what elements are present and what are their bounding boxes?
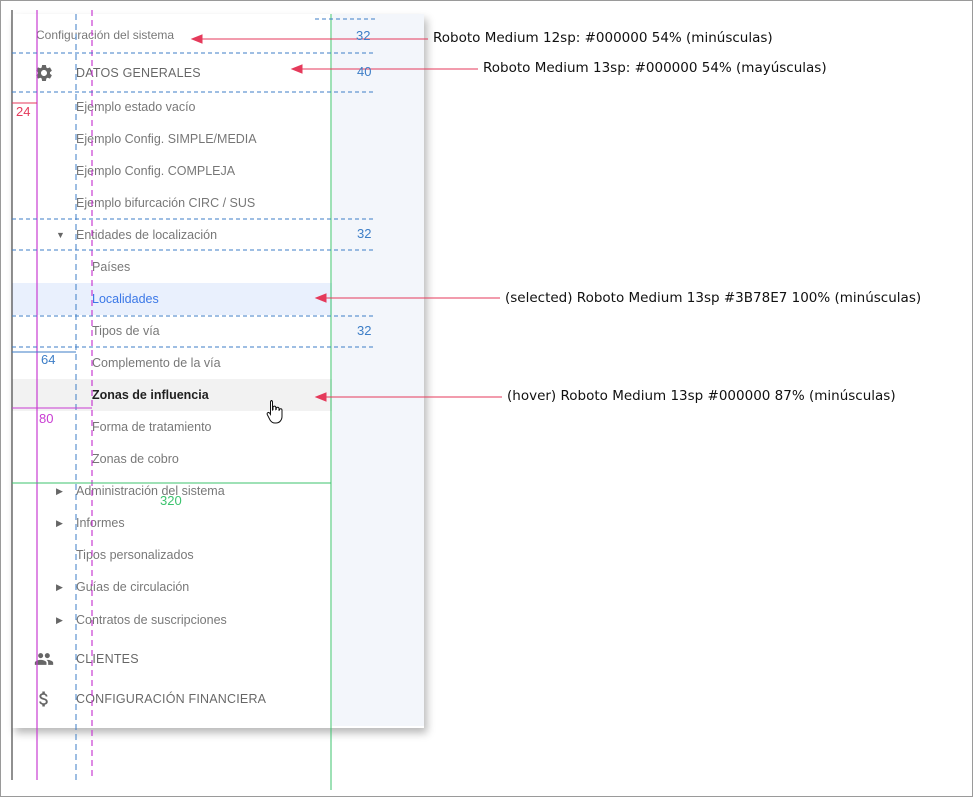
- nav-group-label: Administración del sistema: [76, 484, 225, 498]
- nav-section-header: Configuración del sistema: [36, 28, 175, 42]
- dim-32-item: 32: [357, 323, 372, 338]
- nav-item-localidades[interactable]: Localidades: [12, 283, 332, 315]
- section-financiera[interactable]: CONFIGURACIÓN FINANCIERA: [12, 679, 332, 719]
- collapsed-arrow-icon: ▶: [56, 485, 63, 496]
- nav-group-contratos[interactable]: ▶ Contratos de suscripciones: [12, 604, 332, 636]
- nav-item-label: Ejemplo estado vacío: [76, 100, 196, 114]
- gear-icon: [36, 64, 52, 81]
- nav-item-label: Zonas de cobro: [92, 452, 179, 466]
- collapsed-arrow-icon: ▶: [56, 614, 63, 625]
- nav-group-informes[interactable]: ▶ Informes: [12, 507, 332, 539]
- annotation-header-style: Roboto Medium 12sp: #000000 54% (minúscu…: [433, 30, 773, 46]
- nav-group-label: Informes: [76, 516, 125, 530]
- nav-item-label: Zonas de influencia: [92, 388, 209, 402]
- nav-item-label: Complemento de la vía: [92, 356, 221, 370]
- expanded-arrow-icon: ▼: [56, 230, 65, 240]
- dim-64-indent: 64: [41, 352, 56, 367]
- nav-item-forma-tratamiento[interactable]: Forma de tratamiento: [12, 411, 332, 443]
- nav-item-zonas-cobro[interactable]: Zonas de cobro: [12, 443, 332, 475]
- sidebar-nav: Configuración del sistema DATOS GENERALE…: [12, 14, 332, 726]
- hand-cursor-icon: [266, 400, 283, 424]
- nav-group-label: Guías de circulación: [76, 580, 190, 594]
- nav-group-entidades[interactable]: ▼ Entidades de localización: [12, 219, 332, 251]
- nav-item-label: Localidades: [92, 292, 159, 306]
- nav-item-label: Ejemplo bifurcación CIRC / SUS: [76, 196, 256, 210]
- nav-item-config-simple[interactable]: Ejemplo Config. SIMPLE/MEDIA: [12, 123, 332, 155]
- dim-80-indent: 80: [39, 411, 54, 426]
- section-label: DATOS GENERALES: [76, 66, 201, 80]
- dollar-icon: [39, 691, 48, 707]
- collapsed-arrow-icon: ▶: [56, 581, 63, 592]
- annotation-selected-style: (selected) Roboto Medium 13sp #3B78E7 10…: [505, 290, 922, 306]
- dim-40-section: 40: [357, 64, 372, 79]
- nav-item-paises[interactable]: Países: [12, 251, 332, 283]
- nav-group-label: Entidades de localización: [76, 228, 218, 242]
- nav-item-estado-vacio[interactable]: Ejemplo estado vacío: [12, 91, 332, 123]
- section-clientes[interactable]: CLIENTES: [12, 639, 332, 679]
- nav-item-label: Ejemplo Config. SIMPLE/MEDIA: [76, 132, 257, 146]
- dim-32-group: 32: [357, 226, 372, 241]
- nav-item-label: Ejemplo Config. COMPLEJA: [76, 164, 236, 178]
- nav-item-label: Tipos de vía: [92, 324, 160, 338]
- nav-item-complemento-via[interactable]: Complemento de la vía: [12, 347, 332, 379]
- section-label: CLIENTES: [76, 652, 139, 666]
- people-icon: [34, 653, 54, 665]
- content-area: [331, 14, 424, 726]
- nav-item-tipos-personalizados[interactable]: Tipos personalizados: [12, 539, 332, 571]
- annotation-section-style: Roboto Medium 13sp: #000000 54% (mayúscu…: [483, 60, 827, 76]
- section-label: CONFIGURACIÓN FINANCIERA: [76, 692, 267, 706]
- nav-item-label: Tipos personalizados: [76, 548, 194, 562]
- nav-group-label: Contratos de suscripciones: [76, 613, 227, 627]
- section-datos-generales[interactable]: DATOS GENERALES: [12, 53, 332, 93]
- nav-item-config-compleja[interactable]: Ejemplo Config. COMPLEJA: [12, 155, 332, 187]
- nav-item-label: Forma de tratamiento: [92, 420, 212, 434]
- dim-320-width: 320: [160, 493, 182, 508]
- nav-item-bifurcacion[interactable]: Ejemplo bifurcación CIRC / SUS: [12, 187, 332, 219]
- nav-item-label: Países: [92, 260, 131, 274]
- collapsed-arrow-icon: ▶: [56, 517, 63, 528]
- dim-24-indent: 24: [16, 104, 31, 119]
- dim-32-header: 32: [356, 28, 371, 43]
- nav-item-tipos-via[interactable]: Tipos de vía: [12, 315, 332, 347]
- nav-group-guias[interactable]: ▶ Guías de circulación: [12, 571, 332, 603]
- nav-item-zonas-influencia[interactable]: Zonas de influencia: [12, 379, 332, 411]
- annotation-hover-style: (hover) Roboto Medium 13sp #000000 87% (…: [507, 388, 896, 404]
